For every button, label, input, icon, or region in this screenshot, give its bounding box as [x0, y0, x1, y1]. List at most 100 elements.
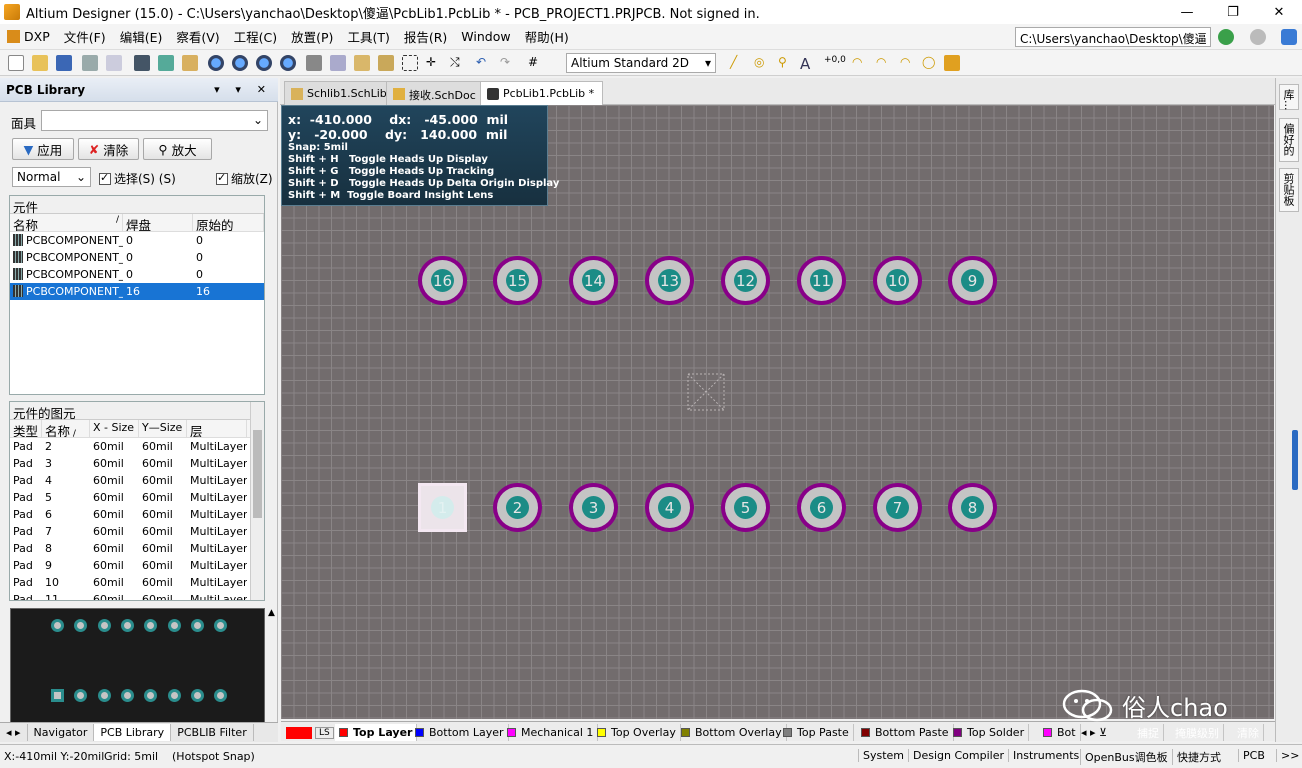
tab-pcblib1[interactable]: PcbLib1.PcbLib *: [480, 81, 604, 105]
paste-icon[interactable]: [354, 55, 370, 71]
restore-button[interactable]: ❐: [1210, 0, 1256, 24]
document-path-box[interactable]: C:\Users\yanchao\Desktop\傻逼 ▾: [1015, 27, 1211, 47]
component-row[interactable]: PCBCOMPONENT_ 0 0: [10, 232, 264, 249]
layer-tab[interactable]: Bottom Layer: [411, 724, 509, 741]
pad-2[interactable]: 2: [493, 483, 542, 532]
panel-openbus[interactable]: OpenBus调色板: [1080, 749, 1172, 765]
mask-input[interactable]: ⌄: [41, 110, 268, 131]
tab-navigator[interactable]: Navigator: [28, 724, 95, 741]
clear-layers-button[interactable]: 清除: [1237, 724, 1264, 741]
pad-10[interactable]: 10: [873, 256, 922, 305]
tab-pcb-library[interactable]: PCB Library: [94, 724, 172, 741]
pad-1[interactable]: 1: [418, 483, 467, 532]
panel-system[interactable]: System: [858, 749, 908, 762]
menu-help[interactable]: 帮助(H): [518, 27, 576, 46]
line-icon[interactable]: ╱: [730, 55, 746, 71]
filter-mode-select[interactable]: Normal ⌄: [12, 167, 91, 187]
pcb-workspace[interactable]: x: -410.000 dx: -45.000 mil y: -20.000 d…: [281, 105, 1274, 719]
layer-tab[interactable]: Top Solder: [949, 724, 1030, 741]
forward-icon[interactable]: [1250, 29, 1266, 45]
rubber-stamp-icon[interactable]: [378, 55, 394, 71]
panel-shortcuts[interactable]: 快捷方式: [1172, 749, 1225, 765]
panel-window-controls[interactable]: ▾ ▾ ✕: [214, 83, 272, 96]
col-pads[interactable]: 焊盘: [123, 214, 193, 231]
menu-place[interactable]: 放置(P): [284, 27, 340, 46]
workspace-scrollbar[interactable]: [1292, 430, 1298, 490]
pad-9[interactable]: 9: [948, 256, 997, 305]
layer-scroll-arrows[interactable]: ◂ ▸ ⊻: [1081, 724, 1111, 741]
grid-icon[interactable]: #: [528, 55, 544, 71]
save-icon[interactable]: [56, 55, 72, 71]
primitive-row[interactable]: Pad 7 60mil 60mil MultiLayer: [10, 523, 264, 540]
zoom-out-icon[interactable]: [232, 55, 248, 71]
clear-button[interactable]: ✘ 清除: [78, 138, 139, 160]
layer-tab[interactable]: Bot: [1039, 724, 1081, 741]
move-icon[interactable]: ✛: [426, 55, 442, 71]
tab-libraries[interactable]: 库...: [1279, 84, 1299, 111]
snap-button[interactable]: 捕捉: [1137, 724, 1164, 741]
pad-16[interactable]: 16: [418, 256, 467, 305]
arc-any-icon[interactable]: ◠: [900, 55, 916, 71]
menu-window[interactable]: Window: [454, 29, 517, 44]
print-preview-icon[interactable]: [106, 55, 122, 71]
pad-icon[interactable]: ◎: [754, 55, 770, 71]
pad-6[interactable]: 6: [797, 483, 846, 532]
layer-set-button[interactable]: LS: [283, 724, 339, 741]
layer-tab[interactable]: Top Layer: [335, 724, 418, 741]
primitive-row[interactable]: Pad 4 60mil 60mil MultiLayer: [10, 472, 264, 489]
col-x-size[interactable]: X - Size: [90, 420, 139, 437]
print-icon[interactable]: [82, 55, 98, 71]
component-row[interactable]: PCBCOMPONENT_ 0 0: [10, 266, 264, 283]
arc-edge-icon[interactable]: ◠: [876, 55, 892, 71]
pad-3[interactable]: 3: [569, 483, 618, 532]
tab-schdoc[interactable]: 接收.SchDoc: [386, 81, 485, 105]
pad-12[interactable]: 12: [721, 256, 770, 305]
mask-level-button[interactable]: 掩膜级别: [1175, 724, 1224, 741]
zoom-in-icon[interactable]: [208, 55, 224, 71]
col-type[interactable]: 类型: [10, 420, 42, 437]
coordinate-icon[interactable]: +0,0: [824, 55, 846, 71]
zoom-checkbox[interactable]: 缩放(Z) (Z): [216, 170, 274, 187]
panel-instruments[interactable]: Instruments: [1008, 749, 1083, 762]
undo-icon[interactable]: ↶: [476, 55, 492, 71]
string-icon[interactable]: A: [800, 55, 816, 73]
panel-pcb[interactable]: PCB: [1238, 749, 1269, 762]
close-button[interactable]: ✕: [1256, 0, 1302, 24]
full-circle-icon[interactable]: ◯: [922, 55, 938, 71]
primitive-row[interactable]: Pad 8 60mil 60mil MultiLayer: [10, 540, 264, 557]
primitive-row[interactable]: Pad 10 60mil 60mil MultiLayer: [10, 574, 264, 591]
redo-icon[interactable]: ↷: [500, 55, 516, 71]
pad-13[interactable]: 13: [645, 256, 694, 305]
tab-schlib1[interactable]: Schlib1.SchLib: [284, 81, 396, 105]
arc-center-icon[interactable]: ◠: [852, 55, 868, 71]
menu-reports[interactable]: 报告(R): [397, 27, 454, 46]
3d-view-icon[interactable]: [134, 55, 150, 71]
pad-15[interactable]: 15: [493, 256, 542, 305]
zoom-area-icon[interactable]: [280, 55, 296, 71]
cut-icon[interactable]: [306, 55, 322, 71]
minimize-button[interactable]: —: [1164, 0, 1210, 24]
new-icon[interactable]: [8, 55, 24, 71]
pad-7[interactable]: 7: [873, 483, 922, 532]
col-layer[interactable]: 层: [187, 420, 247, 437]
back-icon[interactable]: [1218, 29, 1234, 45]
pad-8[interactable]: 8: [948, 483, 997, 532]
primitive-row[interactable]: Pad 9 60mil 60mil MultiLayer: [10, 557, 264, 574]
panel-more[interactable]: >>: [1276, 749, 1302, 762]
select-checkbox[interactable]: 选择(S) (S): [99, 170, 176, 187]
collapse-icon[interactable]: ▲: [268, 608, 275, 618]
menu-edit[interactable]: 编辑(E): [113, 27, 170, 46]
component-row-selected[interactable]: PCBCOMPONENT_ 16 16: [10, 283, 264, 300]
layer-tab[interactable]: Top Paste: [779, 724, 854, 741]
home-icon[interactable]: [1281, 29, 1297, 45]
scroll-thumb[interactable]: [253, 430, 262, 518]
open-icon[interactable]: [32, 55, 48, 71]
pad-5[interactable]: 5: [721, 483, 770, 532]
pad-4[interactable]: 4: [645, 483, 694, 532]
primitive-row[interactable]: Pad 5 60mil 60mil MultiLayer: [10, 489, 264, 506]
menu-project[interactable]: 工程(C): [227, 27, 284, 46]
tab-pcblib-filter[interactable]: PCBLIB Filter: [171, 724, 254, 741]
menu-file[interactable]: 文件(F): [57, 27, 113, 46]
browse-icon[interactable]: [158, 55, 174, 71]
apply-button[interactable]: ▼ 应用: [12, 138, 74, 160]
